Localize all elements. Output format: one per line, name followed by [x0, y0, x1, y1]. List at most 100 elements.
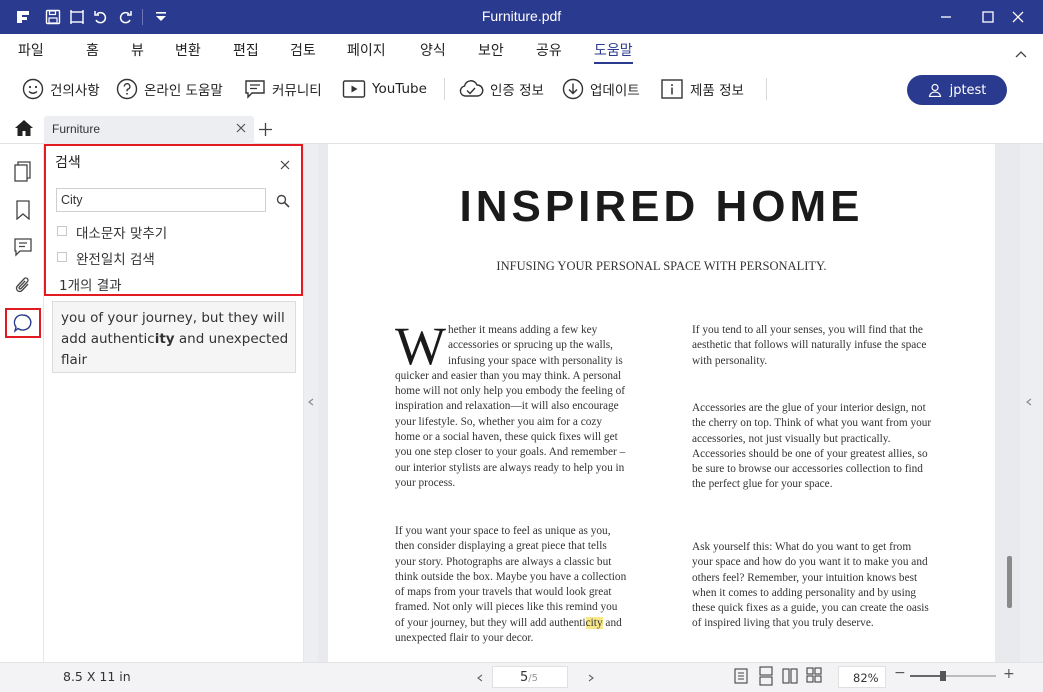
drop-cap: W	[395, 316, 446, 376]
auth-info-button[interactable]: 인증 정보	[458, 78, 544, 100]
collapse-panel-icon[interactable]	[308, 398, 314, 406]
pages-thumbnail-icon[interactable]	[12, 161, 34, 183]
whole-word-label: 완전일치 검색	[76, 252, 155, 268]
chat-bubble-icon	[245, 80, 265, 99]
minimize-button[interactable]	[932, 4, 960, 30]
column-right-para-2: Accessories are the glue of your interio…	[692, 402, 932, 491]
total-pages: /5	[528, 673, 539, 684]
search-result-item[interactable]: you of your journey, but they will add a…	[52, 301, 296, 373]
whole-word-checkbox[interactable]	[57, 252, 67, 262]
prev-page-icon[interactable]	[477, 670, 483, 685]
column-left-para-1: W hether it means adding a few key acces…	[395, 316, 628, 491]
search-panel-title: 검색	[55, 155, 81, 171]
user-icon	[928, 83, 941, 97]
update-label: 업데이트	[590, 83, 640, 99]
search-input[interactable]	[56, 188, 266, 212]
menu-convert[interactable]: 변환	[175, 40, 201, 60]
match-case-label: 대소문자 맞추기	[76, 226, 168, 242]
zoom-in-icon[interactable]: +	[1003, 666, 1015, 682]
page-heading: INSPIRED HOME	[459, 182, 864, 231]
menu-security[interactable]: 보안	[478, 40, 504, 60]
menu-review[interactable]: 검토	[290, 40, 316, 60]
cloud-check-icon	[459, 80, 484, 97]
play-video-icon	[342, 80, 366, 98]
column-right-para-3: Ask yourself this: What do you want to g…	[692, 541, 929, 630]
page-number-field[interactable]: 5/5	[492, 666, 568, 688]
status-bar: 8.5 X 11 in 5/5 82% − +	[0, 662, 1043, 692]
expand-right-panel-icon[interactable]	[1026, 398, 1032, 406]
match-case-checkbox[interactable]	[57, 226, 67, 236]
comment-icon[interactable]	[12, 236, 34, 258]
search-icon[interactable]	[276, 193, 290, 212]
menu-share[interactable]: 공유	[536, 40, 562, 60]
grid-view-icon[interactable]	[806, 667, 822, 686]
search-highlight: city	[585, 616, 603, 629]
menu-page[interactable]: 페이지	[347, 40, 386, 60]
para-text: If you want your space to feel as unique…	[395, 525, 627, 629]
collapse-ribbon-icon[interactable]	[1015, 44, 1027, 63]
attachment-icon[interactable]	[12, 274, 34, 296]
zoom-slider-thumb[interactable]	[940, 671, 946, 681]
panel-splitter[interactable]	[304, 144, 318, 662]
document-tab-bar: Furniture	[0, 112, 1043, 144]
continuous-view-icon[interactable]	[758, 666, 774, 689]
menu-file[interactable]: 파일	[18, 40, 44, 60]
community-button[interactable]: 커뮤니티	[244, 78, 322, 100]
home-icon[interactable]	[14, 119, 34, 141]
tab-label: Furniture	[52, 122, 101, 136]
product-info-button[interactable]: 제품 정보	[660, 78, 744, 100]
help-circle-icon	[116, 78, 138, 100]
smiley-icon	[22, 78, 44, 100]
maximize-button[interactable]	[974, 4, 1002, 30]
close-search-icon[interactable]	[280, 155, 290, 174]
search-panel: 검색 대소문자 맞추기 완전일치 검색 1개의 결과 you of your j…	[44, 144, 304, 662]
youtube-button[interactable]: YouTube	[342, 78, 427, 100]
menu-help[interactable]: 도움말	[594, 40, 633, 64]
zoom-slider-fill	[910, 675, 943, 677]
vertical-scrollbar-thumb[interactable]	[1007, 556, 1012, 608]
online-help-button[interactable]: 온라인 도움말	[116, 78, 223, 100]
menu-bar: 파일 홈 뷰 변환 편집 검토 페이지 양식 보안 공유 도움말	[0, 34, 1043, 66]
product-info-label: 제품 정보	[690, 83, 744, 99]
close-window-button[interactable]	[1004, 4, 1032, 30]
next-page-icon[interactable]	[588, 670, 594, 685]
zoom-field[interactable]: 82%	[838, 666, 886, 688]
menu-edit[interactable]: 편집	[233, 40, 259, 60]
info-icon	[661, 79, 683, 99]
menu-form[interactable]: 양식	[420, 40, 446, 60]
close-tab-icon[interactable]	[236, 122, 246, 136]
menu-home[interactable]: 홈	[86, 40, 99, 60]
column-right-para-1: If you tend to all your senses, you will…	[692, 324, 927, 367]
new-tab-icon[interactable]	[259, 121, 272, 140]
ribbon-toolbar: 건의사항 온라인 도움말 커뮤니티 YouTube 인증 정보 업데이트 제품 …	[0, 66, 1043, 112]
toolbar-separator	[444, 78, 445, 100]
online-help-label: 온라인 도움말	[144, 83, 223, 99]
page-size: 8.5 X 11 in	[63, 669, 131, 684]
zoom-out-icon[interactable]: −	[894, 665, 906, 681]
feedback-label: 건의사항	[50, 83, 100, 99]
pdf-page: INSPIRED HOME INFUSING YOUR PERSONAL SPA…	[328, 144, 995, 662]
download-circle-icon	[562, 78, 584, 100]
search-options-box: 검색 대소문자 맞추기 완전일치 검색 1개의 결과	[44, 144, 303, 296]
two-page-view-icon[interactable]	[782, 668, 798, 687]
menu-view[interactable]: 뷰	[131, 40, 144, 60]
tab-furniture[interactable]: Furniture	[44, 116, 254, 144]
bookmark-icon[interactable]	[12, 199, 34, 221]
auth-info-label: 인증 정보	[490, 83, 544, 99]
search-panel-button[interactable]	[5, 308, 41, 338]
feedback-button[interactable]: 건의사항	[22, 78, 100, 100]
toolbar-separator	[766, 78, 767, 100]
zoom-slider[interactable]	[910, 675, 996, 677]
column-left-para-2: If you want your space to feel as unique…	[395, 524, 628, 646]
youtube-label: YouTube	[372, 81, 427, 97]
right-panel-strip	[1020, 144, 1043, 662]
single-page-view-icon[interactable]	[734, 668, 748, 687]
user-name: jptest	[949, 82, 987, 98]
user-account-button[interactable]: jptest	[907, 75, 1007, 105]
window-title: Furniture.pdf	[481, 8, 562, 24]
community-label: 커뮤니티	[272, 83, 322, 99]
update-button[interactable]: 업데이트	[562, 78, 640, 100]
result-match: ity	[154, 331, 175, 347]
search-bubble-icon	[13, 314, 32, 333]
result-count: 1개의 결과	[59, 278, 122, 294]
